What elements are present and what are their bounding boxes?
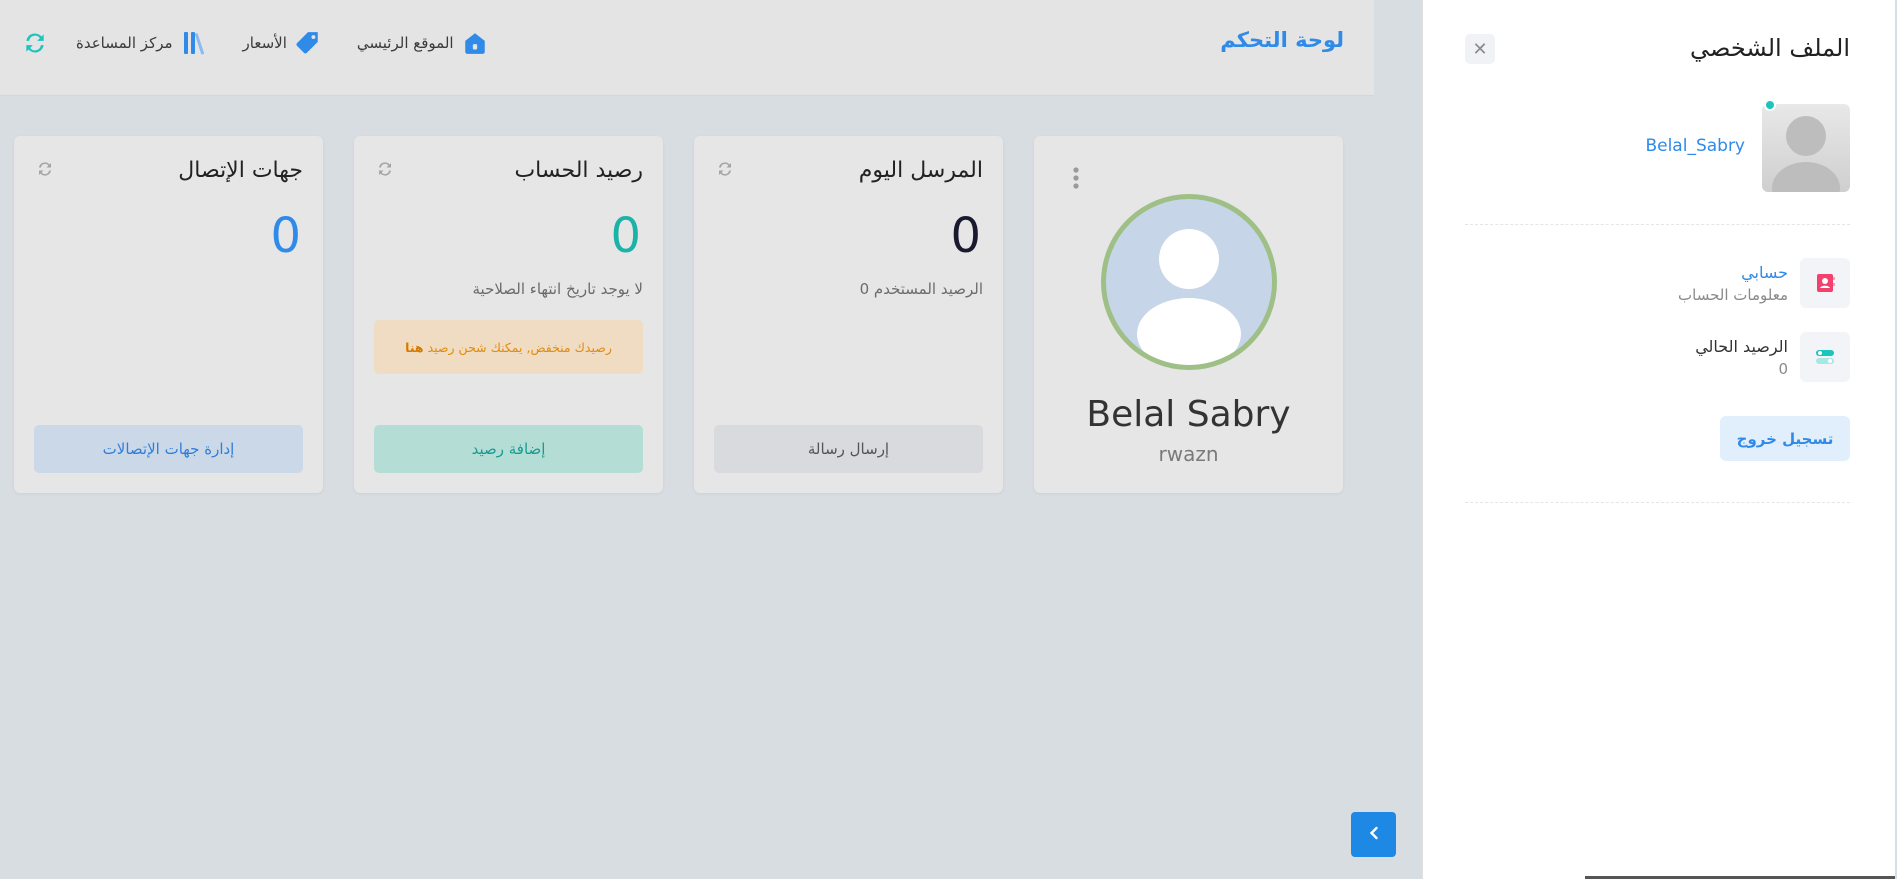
current-balance-item: الرصيد الحالي 0: [1695, 332, 1850, 382]
low-balance-alert: رصيدك منخفض, يمكنك شحن رصيد هنا: [374, 320, 643, 374]
chevron-left-icon: [1367, 825, 1381, 844]
nav-help-center[interactable]: مركز المساعدة: [76, 30, 207, 56]
balance-value: 0: [610, 208, 641, 264]
profile-panel: الملف الشخصي ✕ Belal_Sabry حسابي معلومات…: [1423, 0, 1895, 879]
card-title: المرسل اليوم: [858, 158, 983, 183]
nav-prices-label: الأسعار: [242, 34, 287, 52]
close-panel-button[interactable]: ✕: [1465, 34, 1495, 64]
top-nav: مركز المساعدة الأسعار الموقع الرئيسي: [22, 30, 524, 56]
divider: [1465, 224, 1850, 225]
toggle-icon: [1800, 332, 1850, 382]
home-icon: [462, 30, 488, 56]
panel-username[interactable]: Belal_Sabry: [1645, 136, 1745, 156]
kebab-menu-icon[interactable]: [1072, 166, 1080, 194]
refresh-icon[interactable]: [376, 160, 394, 182]
my-account-item[interactable]: حسابي معلومات الحساب: [1678, 258, 1850, 308]
my-account-subtitle: معلومات الحساب: [1678, 285, 1788, 304]
refresh-icon[interactable]: [22, 30, 48, 56]
price-tag-icon: [295, 30, 321, 56]
sent-today-value: 0: [950, 208, 981, 264]
library-books-icon: [181, 30, 207, 56]
profile-name: Belal Sabry: [1086, 394, 1291, 435]
used-balance-text: الرصيد المستخدم 0: [859, 280, 983, 298]
panel-toggle-button[interactable]: [1351, 812, 1396, 857]
manage-contacts-button[interactable]: إدارة جهات الإتصالات: [34, 425, 303, 473]
top-header: لوحة التحكم مركز المساعدة الأسعار الموقع…: [0, 0, 1374, 96]
panel-avatar: [1762, 104, 1850, 192]
nav-prices[interactable]: الأسعار: [243, 30, 321, 56]
contacts-card: جهات الإتصال 0 إدارة جهات الإتصالات: [14, 136, 323, 493]
recharge-link[interactable]: هنا: [405, 340, 423, 355]
logout-button[interactable]: تسجيل خروج: [1720, 416, 1850, 461]
divider: [1465, 502, 1850, 503]
nav-help-label: مركز المساعدة: [76, 34, 173, 52]
card-title: جهات الإتصال: [178, 158, 303, 183]
panel-title: الملف الشخصي: [1690, 34, 1850, 62]
dashboard-title[interactable]: لوحة التحكم: [1220, 28, 1344, 52]
account-balance-card: رصيد الحساب 0 لا يوجد تاريخ انتهاء الصلا…: [354, 136, 663, 493]
my-account-title: حسابي: [1741, 262, 1788, 282]
profile-card: Belal Sabry rwazn: [1034, 136, 1343, 493]
sent-today-card: المرسل اليوم 0 الرصيد المستخدم 0 إرسال ر…: [694, 136, 1003, 493]
expiry-text: لا يوجد تاريخ انتهاء الصلاحية: [472, 280, 644, 298]
contacts-value: 0: [270, 208, 301, 264]
avatar: [1101, 194, 1277, 370]
nav-home-label: الموقع الرئيسي: [356, 34, 454, 52]
contact-card-icon: [1800, 258, 1850, 308]
profile-username: rwazn: [1158, 442, 1219, 466]
online-status-dot: [1764, 99, 1776, 111]
send-message-button[interactable]: إرسال رسالة: [714, 425, 983, 473]
main-content: Belal Sabry rwazn المرسل اليوم 0 الرصيد …: [0, 96, 1374, 879]
card-title: رصيد الحساب: [514, 158, 643, 183]
low-balance-text: رصيدك منخفض, يمكنك شحن رصيد: [427, 339, 612, 355]
current-balance-title: الرصيد الحالي: [1695, 336, 1788, 356]
close-icon: ✕: [1472, 38, 1488, 60]
nav-home[interactable]: الموقع الرئيسي: [357, 30, 488, 56]
current-balance-value: 0: [1778, 359, 1788, 378]
refresh-icon[interactable]: [36, 160, 54, 182]
refresh-icon[interactable]: [716, 160, 734, 182]
add-balance-button[interactable]: إضافة رصيد: [374, 425, 643, 473]
